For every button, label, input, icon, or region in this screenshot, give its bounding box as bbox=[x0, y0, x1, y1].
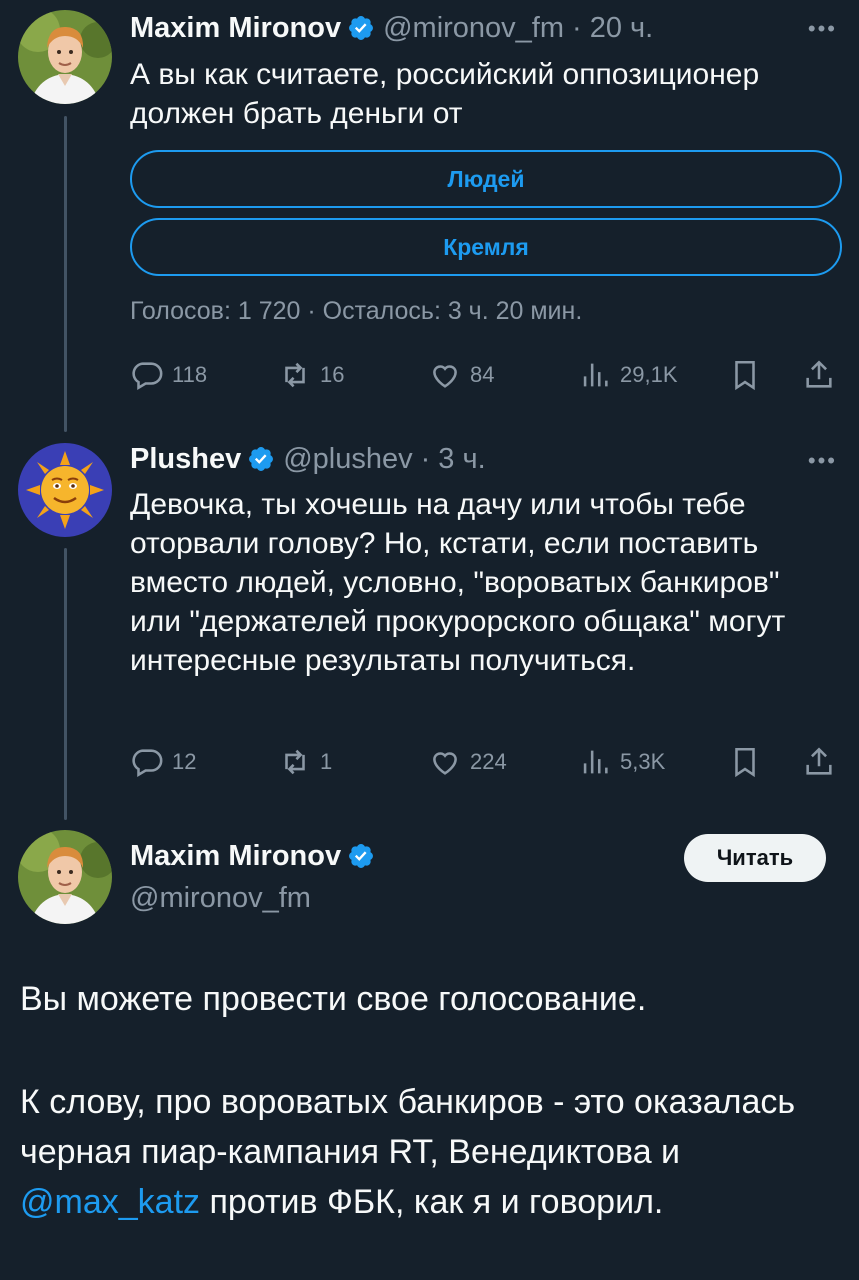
reply-button[interactable]: 118 bbox=[130, 358, 207, 392]
separator-dot: · bbox=[420, 443, 431, 475]
share-icon bbox=[806, 747, 832, 775]
main-author: Maxim Mironov bbox=[130, 838, 383, 874]
tweet-time[interactable]: 3 ч. bbox=[438, 441, 485, 477]
text-segment: против ФБК, как я и говорил. bbox=[200, 1183, 664, 1221]
poll-meta: Голосов: 1 720 · Осталось: 3 ч. 20 мин. bbox=[130, 297, 583, 325]
share-button[interactable] bbox=[802, 358, 836, 392]
tweet-actions: 12 1 224 5,3K bbox=[130, 745, 840, 781]
follow-button[interactable]: Читать bbox=[684, 834, 826, 882]
poll-option-kremlin[interactable]: Кремля bbox=[130, 218, 842, 276]
reply-icon bbox=[132, 749, 163, 778]
retweet-button[interactable]: 16 bbox=[278, 358, 344, 392]
tweet-thread: Maxim Mironov @mironov_fm · 20 ч. ••• А … bbox=[0, 0, 859, 1280]
share-button[interactable] bbox=[802, 745, 836, 779]
tweet-text: А вы как считаете, российский оппозицион… bbox=[130, 58, 760, 130]
author-name[interactable]: Plushev bbox=[130, 441, 241, 477]
like-count: 84 bbox=[470, 362, 495, 387]
retweet-button[interactable]: 1 bbox=[278, 745, 332, 779]
reply-count: 118 bbox=[172, 362, 208, 387]
heart-icon bbox=[433, 752, 457, 775]
bookmark-button[interactable] bbox=[728, 358, 762, 392]
text-segment: К слову, про вороватых банкиров - это ок… bbox=[20, 1083, 796, 1171]
thread-connector bbox=[64, 548, 67, 820]
main-paragraph: Вы можете провести свое голосование. bbox=[20, 980, 647, 1018]
reply-button[interactable]: 12 bbox=[130, 745, 196, 779]
retweet-icon bbox=[285, 749, 305, 775]
like-count: 224 bbox=[470, 749, 507, 774]
like-button[interactable]: 84 bbox=[428, 358, 494, 392]
mention-link[interactable]: @max_katz bbox=[20, 1183, 200, 1221]
more-options-icon[interactable]: ••• bbox=[808, 450, 837, 472]
views-button[interactable]: 5,3K bbox=[578, 745, 665, 779]
bookmark-icon bbox=[735, 747, 755, 778]
bookmark-icon bbox=[735, 360, 755, 391]
views-icon bbox=[583, 750, 608, 774]
main-tweet-text: Вы можете провести свое голосование. К с… bbox=[20, 974, 840, 1227]
avatar[interactable] bbox=[18, 10, 112, 104]
author-handle[interactable]: @mironov_fm bbox=[130, 880, 311, 916]
bookmark-button[interactable] bbox=[728, 745, 762, 779]
verified-badge-icon bbox=[249, 447, 274, 471]
tweet-header: Maxim Mironov @mironov_fm · 20 ч. bbox=[130, 10, 653, 46]
author-handle[interactable]: @mironov_fm bbox=[383, 10, 564, 46]
views-count: 5,3K bbox=[620, 749, 666, 774]
share-icon bbox=[806, 360, 832, 388]
verified-badge-icon bbox=[349, 844, 374, 868]
separator-dot: · bbox=[572, 12, 582, 44]
verified-badge-icon bbox=[349, 16, 374, 40]
reply-count: 12 bbox=[172, 749, 197, 774]
author-name[interactable]: Maxim Mironov bbox=[130, 838, 341, 874]
heart-icon bbox=[433, 365, 457, 388]
retweet-count: 16 bbox=[320, 362, 345, 387]
tweet-text: Девочка, ты хочешь на дачу или чтобы теб… bbox=[130, 488, 786, 677]
tweet-actions: 118 16 84 29,1K bbox=[130, 358, 840, 394]
poll-option-people[interactable]: Людей bbox=[130, 150, 842, 208]
avatar[interactable] bbox=[18, 443, 112, 537]
author-handle[interactable]: @plushev bbox=[283, 441, 412, 477]
author-name[interactable]: Maxim Mironov bbox=[130, 10, 341, 46]
views-button[interactable]: 29,1K bbox=[578, 358, 678, 392]
avatar[interactable] bbox=[18, 830, 112, 924]
like-button[interactable]: 224 bbox=[428, 745, 507, 779]
retweet-count: 1 bbox=[320, 749, 333, 774]
tweet-header: Plushev @plushev · 3 ч. bbox=[130, 441, 486, 477]
main-paragraph: К слову, про вороватых банкиров - это ок… bbox=[20, 1077, 840, 1227]
more-options-icon[interactable]: ••• bbox=[808, 18, 837, 40]
thread-connector bbox=[64, 116, 67, 432]
reply-icon bbox=[132, 362, 163, 391]
views-count: 29,1K bbox=[620, 362, 678, 387]
views-icon bbox=[583, 363, 608, 387]
retweet-icon bbox=[285, 362, 305, 388]
tweet-time[interactable]: 20 ч. bbox=[590, 10, 653, 46]
